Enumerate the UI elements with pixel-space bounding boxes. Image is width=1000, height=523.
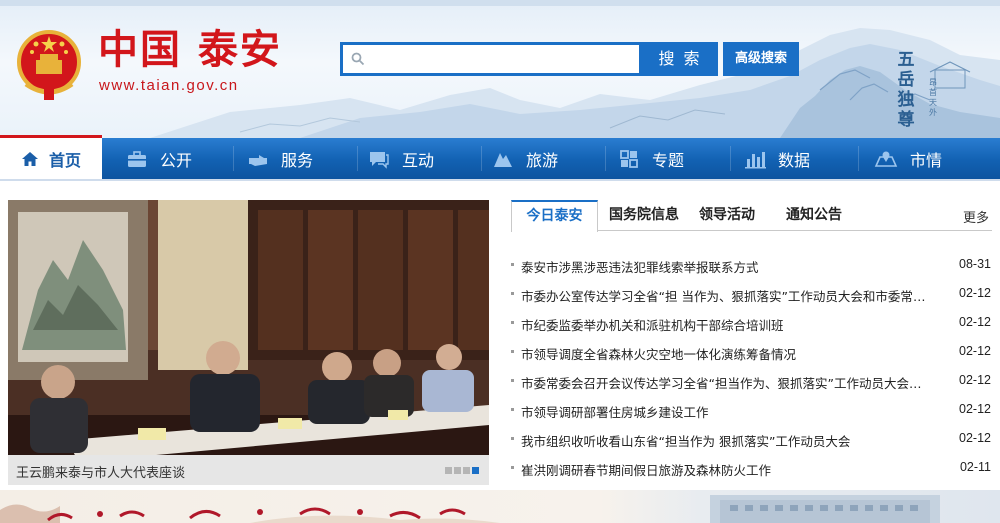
list-item[interactable]: 市委常委会召开会议传达学习全省“担当作为、狠抓落实”工作动员大会精神 02-12 xyxy=(511,367,992,396)
main-navigation: 首页 公开 服务 互动 旅游 专题 数据 市情 xyxy=(0,135,1000,179)
list-item[interactable]: 市领导调度全省森林火灾空地一体化演练筹备情况 02-12 xyxy=(511,338,992,367)
nav-divider xyxy=(730,146,731,171)
nav-label: 公开 xyxy=(160,150,193,170)
news-slideshow[interactable] xyxy=(8,200,489,485)
nav-divider xyxy=(605,146,606,171)
nav-item-tourism[interactable]: 旅游 xyxy=(492,138,558,179)
news-list: 泰安市涉黑涉恶违法犯罪线索举报联系方式 08-31 市委办公室传达学习全省“担 … xyxy=(511,251,992,483)
list-item[interactable]: 市委办公室传达学习全省“担 当作为、狠抓落实”工作动员大会和市委常委会议精神 0… xyxy=(511,280,992,309)
list-item[interactable]: 泰安市涉黑涉恶违法犯罪线索举报联系方式 08-31 xyxy=(511,251,992,280)
slide-pagination xyxy=(443,467,479,474)
chat-icon xyxy=(370,151,389,169)
list-item[interactable]: 我市组织收听收看山东省“担当作为 狠抓落实”工作动员大会 02-12 xyxy=(511,425,992,454)
nav-divider xyxy=(858,146,859,171)
bullet-icon xyxy=(511,321,514,324)
search-input[interactable] xyxy=(371,48,631,70)
slide-dot-2[interactable] xyxy=(454,467,461,474)
news-title[interactable]: 我市组织收听收看山东省“担当作为 狠抓落实”工作动员大会 xyxy=(521,431,933,450)
nav-shadow xyxy=(0,179,1000,181)
nav-label: 首页 xyxy=(48,150,81,170)
nav-label: 专题 xyxy=(652,150,685,170)
slide-dot-3[interactable] xyxy=(463,467,470,474)
slide-dot-1[interactable] xyxy=(445,467,452,474)
tab-announcements[interactable]: 通知公告 xyxy=(781,200,847,231)
home-icon xyxy=(21,151,38,166)
search-box xyxy=(340,42,642,76)
news-title[interactable]: 市领导调研部署住房城乡建设工作 xyxy=(521,402,933,421)
news-title[interactable]: 市纪委监委举办机关和派驻机构干部综合培训班 xyxy=(521,315,933,334)
bullet-icon xyxy=(511,292,514,295)
news-date: 02-12 xyxy=(959,373,991,387)
tab-today-taian[interactable]: 今日泰安 xyxy=(511,200,598,232)
briefcase-icon xyxy=(128,150,146,167)
list-item[interactable]: 崔洪刚调研春节期间假日旅游及森林防火工作 02-11 xyxy=(511,454,992,483)
nav-item-home[interactable]: 首页 xyxy=(0,135,102,179)
map-icon xyxy=(874,151,898,167)
news-date: 02-12 xyxy=(959,286,991,300)
promo-banner[interactable] xyxy=(0,490,1000,523)
news-date: 02-12 xyxy=(959,315,991,329)
tab-state-council[interactable]: 国务院信息 xyxy=(604,200,684,231)
nav-label: 互动 xyxy=(402,150,435,170)
news-date: 02-12 xyxy=(959,431,991,445)
search-button[interactable]: 搜 索 xyxy=(642,42,718,76)
nav-divider xyxy=(357,146,358,171)
slide-dot-4-active[interactable] xyxy=(472,467,479,474)
search-icon xyxy=(351,52,365,66)
nav-item-service[interactable]: 服务 xyxy=(247,138,313,179)
nav-item-topics[interactable]: 专题 xyxy=(618,138,684,179)
site-header: 中国 泰安 www.taian.gov.cn 搜 索 高级搜索 五岳独尊 昂首天… xyxy=(0,0,1000,138)
nav-item-city-info[interactable]: 市情 xyxy=(874,138,942,179)
bullet-icon xyxy=(511,408,514,411)
hand-pointer-icon xyxy=(249,154,267,166)
nav-item-interaction[interactable]: 互动 xyxy=(368,138,434,179)
news-title[interactable]: 市委常委会召开会议传达学习全省“担当作为、狠抓落实”工作动员大会精神 xyxy=(521,373,933,392)
news-title[interactable]: 市委办公室传达学习全省“担 当作为、狠抓落实”工作动员大会和市委常委会议精神 xyxy=(521,286,933,305)
nav-divider xyxy=(481,146,482,171)
calligraphy-small-inscription: 昂首天外 xyxy=(929,78,937,117)
news-title[interactable]: 市领导调度全省森林火灾空地一体化演练筹备情况 xyxy=(521,344,933,363)
nav-item-data[interactable]: 数据 xyxy=(744,138,810,179)
site-title: 中国 泰安 xyxy=(98,27,282,73)
slide-caption-bar: 王云鹏来泰与市人大代表座谈 xyxy=(8,455,489,485)
mountain-icon xyxy=(494,152,512,167)
bullet-icon xyxy=(511,379,514,382)
nav-label: 数据 xyxy=(778,150,811,170)
list-item[interactable]: 市纪委监委举办机关和派驻机构干部综合培训班 02-12 xyxy=(511,309,992,338)
grid-icon xyxy=(620,149,638,168)
nav-label: 服务 xyxy=(281,150,314,170)
banner-artwork xyxy=(0,495,940,523)
slide-caption[interactable]: 王云鹏来泰与市人大代表座谈 xyxy=(16,462,185,481)
news-tabs: 今日泰安 国务院信息 领导活动 通知公告 更多 xyxy=(511,200,992,232)
news-date: 02-12 xyxy=(959,402,991,416)
slide-photo-meeting xyxy=(8,200,489,485)
nav-label: 旅游 xyxy=(526,150,559,170)
nav-label: 市情 xyxy=(910,150,943,170)
news-title[interactable]: 崔洪刚调研春节期间假日旅游及森林防火工作 xyxy=(521,460,933,479)
tab-leadership[interactable]: 领导活动 xyxy=(694,200,760,231)
bullet-icon xyxy=(511,437,514,440)
calligraphy-inscription: 五岳独尊 xyxy=(897,50,915,130)
nav-divider xyxy=(233,146,234,171)
news-date: 02-12 xyxy=(959,344,991,358)
news-date: 08-31 xyxy=(959,257,991,271)
bar-chart-icon xyxy=(745,151,766,168)
news-title[interactable]: 泰安市涉黑涉恶违法犯罪线索举报联系方式 xyxy=(521,257,933,276)
news-date: 02-11 xyxy=(959,460,991,474)
bullet-icon xyxy=(511,350,514,353)
national-emblem-icon xyxy=(17,30,81,100)
nav-item-public[interactable]: 公开 xyxy=(126,138,192,179)
more-link[interactable]: 更多 xyxy=(963,207,989,226)
advanced-search-button[interactable]: 高级搜索 xyxy=(723,42,799,76)
bullet-icon xyxy=(511,263,514,266)
list-item[interactable]: 市领导调研部署住房城乡建设工作 02-12 xyxy=(511,396,992,425)
site-url: www.taian.gov.cn xyxy=(99,77,239,94)
bullet-icon xyxy=(511,466,514,469)
